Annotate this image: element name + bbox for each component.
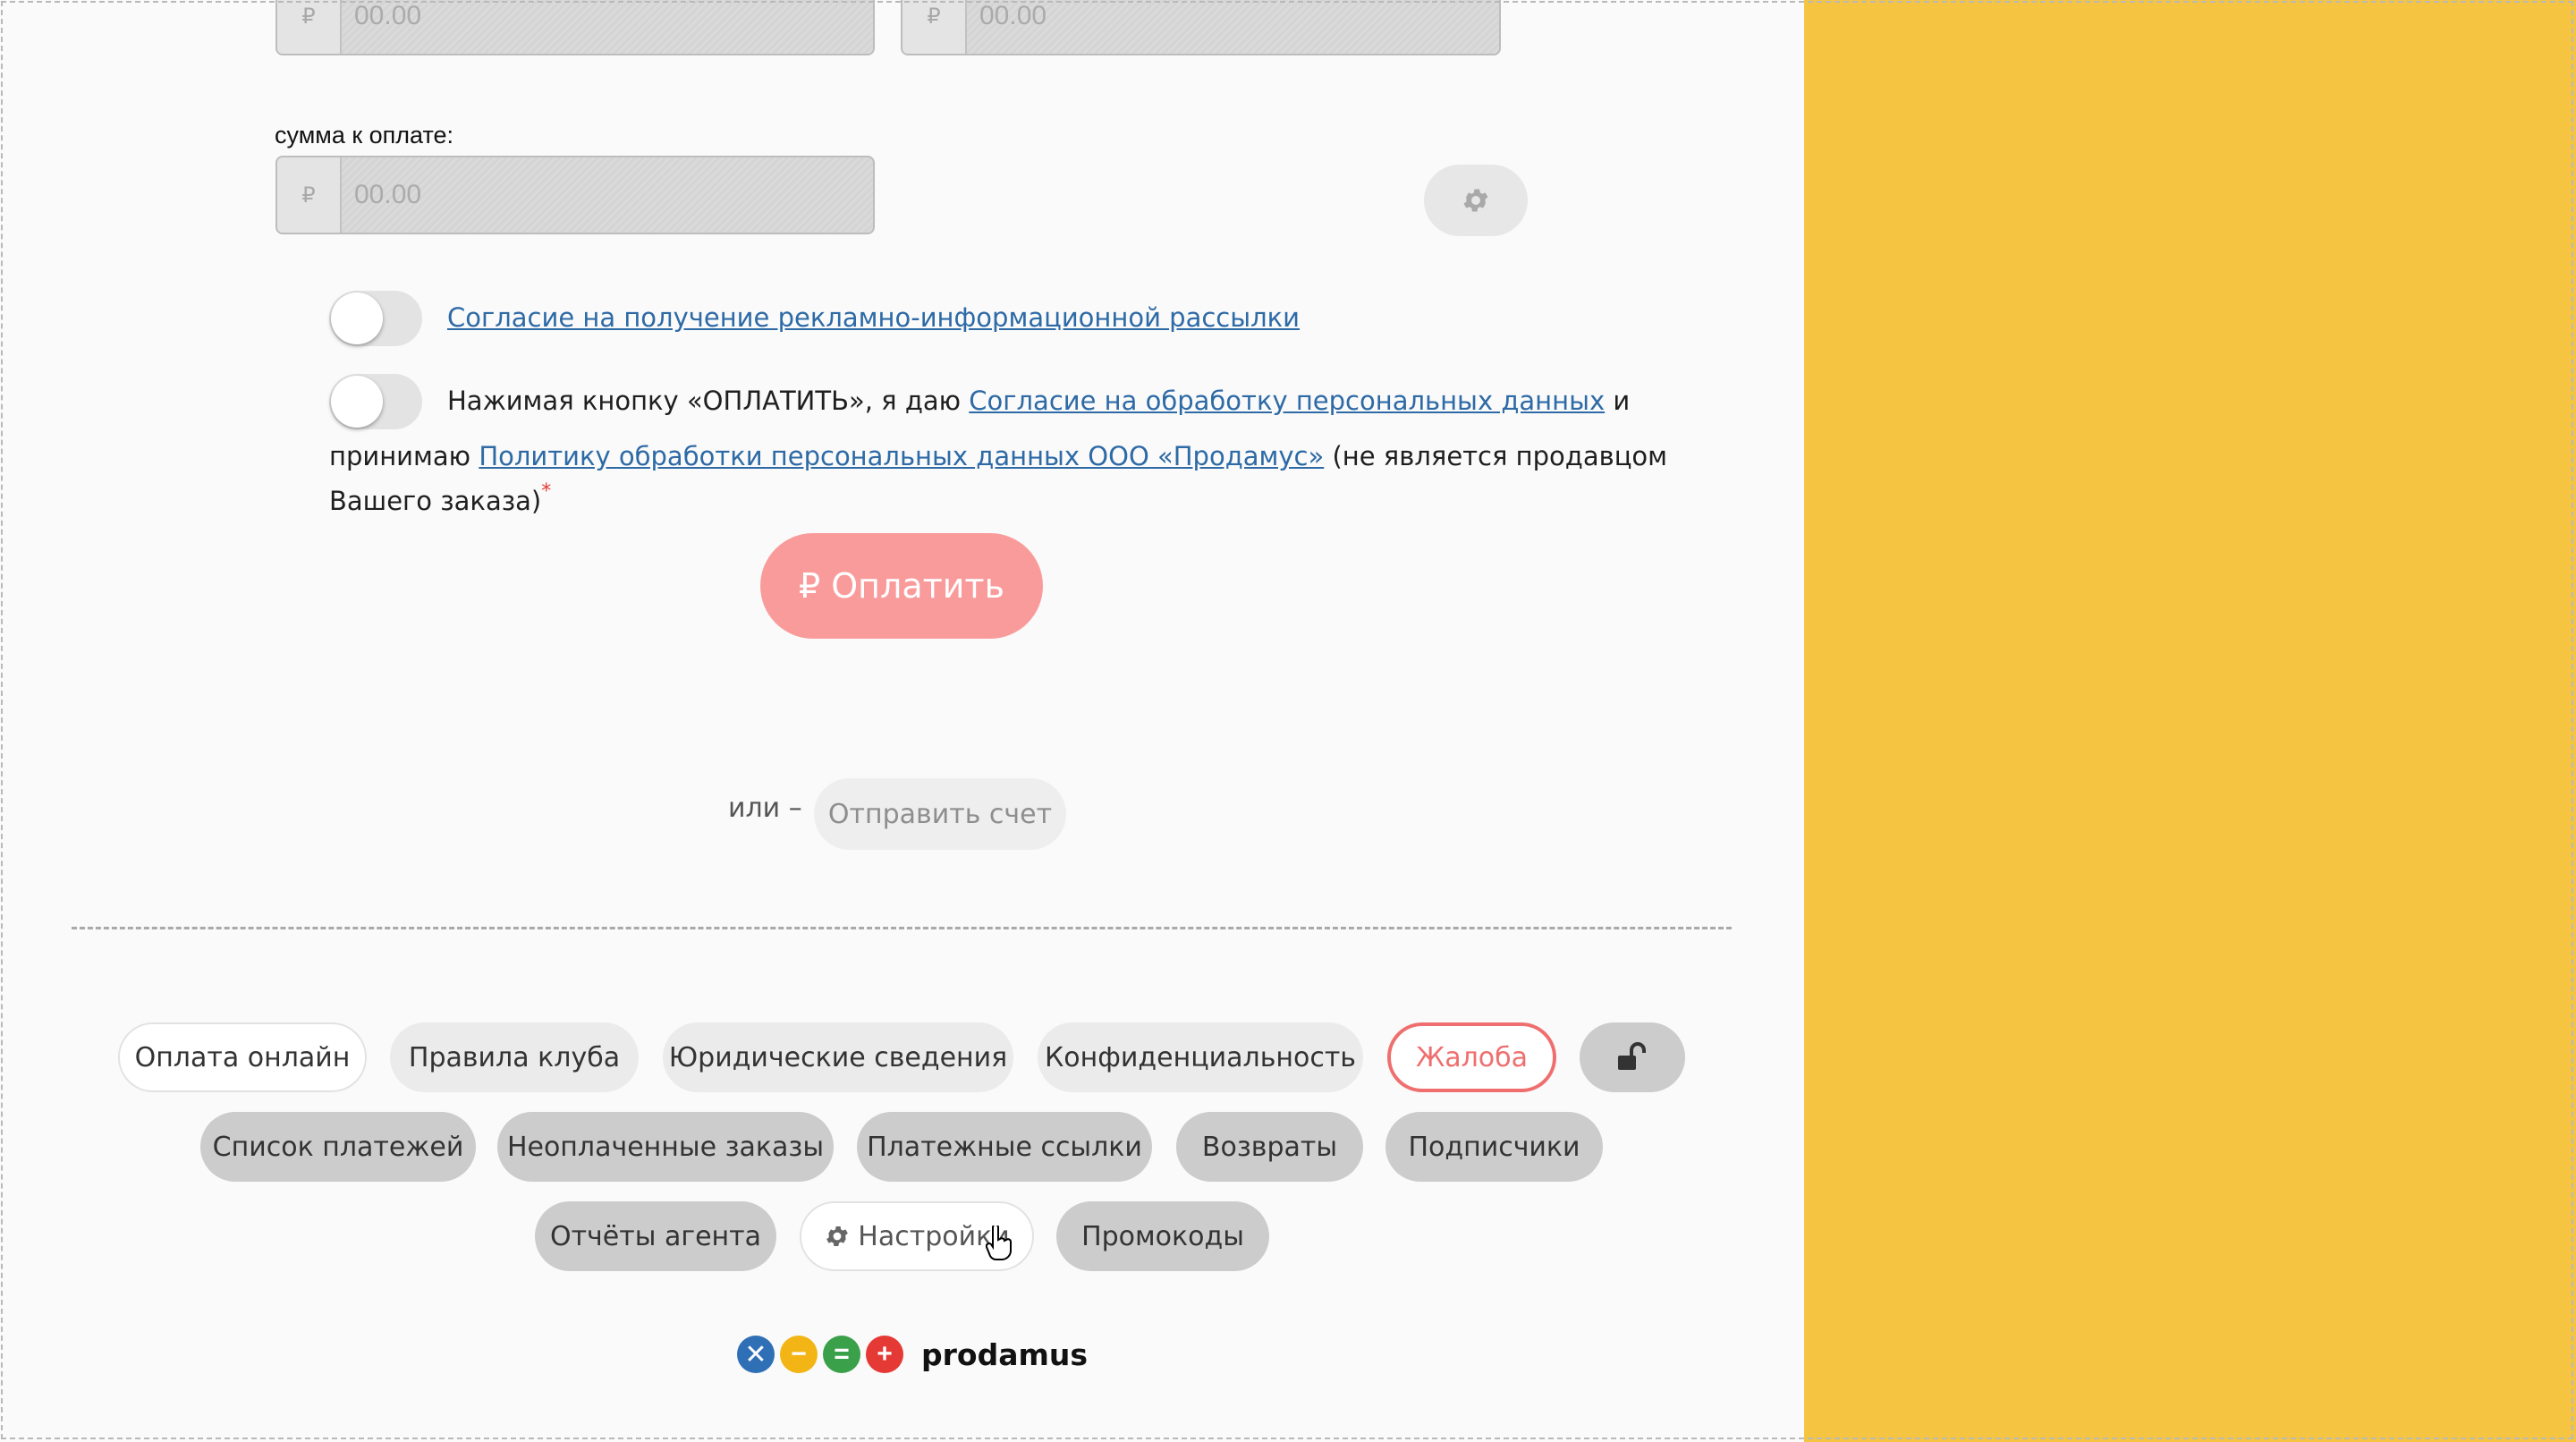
- selection-frame: [1, 1, 2573, 1439]
